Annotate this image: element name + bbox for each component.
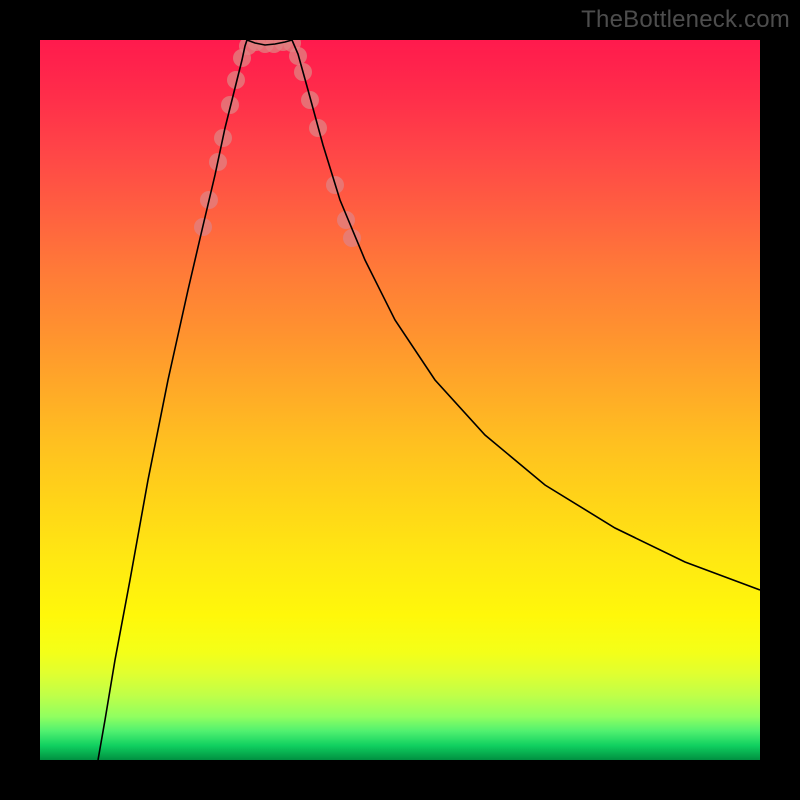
scatter-dots [194,40,361,247]
bottleneck-curve [98,40,760,760]
chart-svg [40,40,760,760]
chart-frame: TheBottleneck.com [0,0,800,800]
watermark-label: TheBottleneck.com [581,6,790,34]
plot-area [40,40,760,760]
